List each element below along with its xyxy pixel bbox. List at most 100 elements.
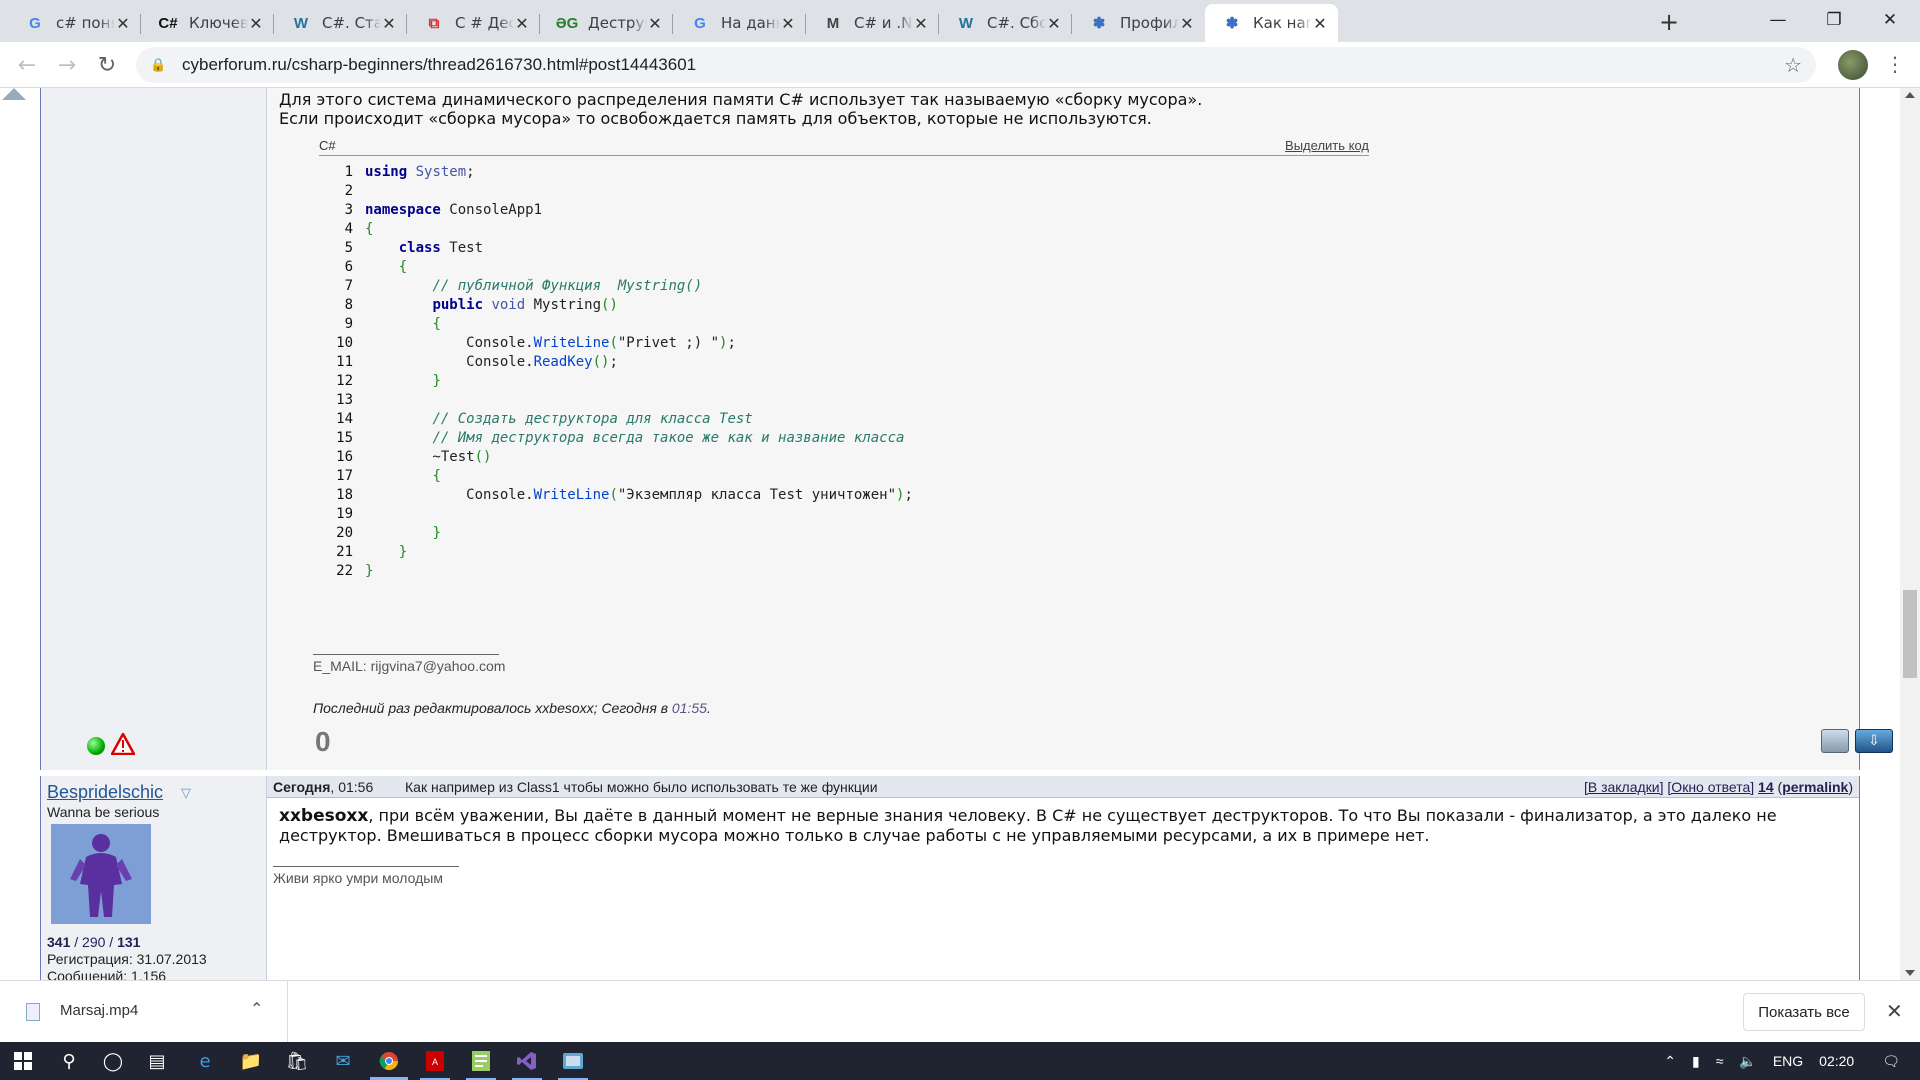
tab-9[interactable]: ✽ Профиль - Cyberforum✕: [1072, 4, 1205, 42]
profile-avatar[interactable]: [1838, 50, 1868, 80]
restore-button[interactable]: ❐: [1806, 0, 1862, 40]
post-date: Сегодня, 01:56: [273, 776, 373, 798]
code-source: namespace ConsoleApp1: [365, 202, 543, 218]
select-code-link[interactable]: Выделить код: [1285, 138, 1369, 153]
post-rating[interactable]: 0: [315, 726, 331, 758]
task-view-icon[interactable]: ▤: [134, 1042, 180, 1080]
permalink-link[interactable]: permalink: [1782, 779, 1848, 795]
store-icon[interactable]: 🛍: [274, 1042, 320, 1080]
reply-button-icon[interactable]: ⇩: [1855, 729, 1893, 753]
cortana-icon[interactable]: ◯: [90, 1042, 136, 1080]
tab-close-icon[interactable]: ✕: [780, 14, 796, 33]
tab-close-icon[interactable]: ✕: [248, 14, 264, 33]
tab-6[interactable]: G На данных примерах✕: [673, 4, 806, 42]
address-bar[interactable]: 🔒 cyberforum.ru/csharp-beginners/thread2…: [136, 47, 1816, 83]
vertical-scrollbar[interactable]: [1900, 88, 1920, 980]
tab-close-icon[interactable]: ✕: [381, 14, 397, 33]
tab-close-icon[interactable]: ✕: [647, 14, 663, 33]
signature-divider: [273, 866, 459, 867]
tab-8[interactable]: W C#. Сборка мусора✕: [939, 4, 1072, 42]
code-source: // публичной Функция Mystring(): [432, 278, 703, 294]
csharp-icon: C#: [158, 14, 178, 32]
mail-icon[interactable]: ✉: [320, 1042, 366, 1080]
clock[interactable]: 02:20: [1811, 1053, 1862, 1069]
window-close-button[interactable]: ✕: [1862, 0, 1918, 40]
wifi-icon[interactable]: ≈: [1708, 1053, 1732, 1069]
back-icon[interactable]: ←: [12, 50, 42, 80]
chrome-icon[interactable]: [366, 1042, 412, 1080]
url-text[interactable]: cyberforum.ru/csharp-beginners/thread261…: [182, 55, 696, 75]
chevron-up-icon[interactable]: ⌃: [250, 999, 263, 1018]
new-tab-button[interactable]: +: [1655, 8, 1683, 36]
tab-10[interactable]: ✽ Как например из✕: [1205, 4, 1338, 42]
code-line: 13: [319, 391, 1369, 410]
visual-studio-icon[interactable]: [504, 1042, 550, 1080]
quote-button-icon[interactable]: [1821, 729, 1849, 753]
pdf-reader-icon[interactable]: A: [412, 1042, 458, 1080]
file-explorer-icon[interactable]: 📁: [228, 1042, 274, 1080]
tab-close-icon[interactable]: ✕: [913, 14, 929, 33]
tab-title: Профиль - Cyberforum: [1120, 14, 1179, 32]
bookmark-link[interactable]: [В закладки]: [1584, 779, 1664, 795]
tab-4[interactable]: ⧉ C # Деструктор✕: [407, 4, 540, 42]
app-icon[interactable]: [550, 1042, 596, 1080]
tab-close-icon[interactable]: ✕: [514, 14, 530, 33]
post-signature: Живи ярко умри молодым: [273, 870, 443, 886]
menu-icon[interactable]: ⋮: [1885, 52, 1905, 76]
tab-2[interactable]: C# Ключевое слово✕: [141, 4, 274, 42]
report-warning-icon[interactable]: [111, 733, 135, 755]
notepad-icon[interactable]: [458, 1042, 504, 1080]
code-line: 14 // Создать деструктора для класса Tes…: [319, 410, 1369, 429]
edit-note-end: .: [706, 700, 711, 716]
tab-5[interactable]: ƏG Деструкторы✕: [540, 4, 673, 42]
tab-close-icon[interactable]: ✕: [1179, 14, 1195, 33]
lock-icon[interactable]: 🔒: [150, 58, 170, 73]
reload-icon[interactable]: ↻: [92, 50, 122, 80]
post-number-link[interactable]: 14: [1758, 779, 1774, 795]
tab-1[interactable]: Gc# понятия static✕: [8, 4, 141, 42]
search-icon[interactable]: ⚲: [46, 1042, 92, 1080]
forward-icon[interactable]: →: [52, 50, 82, 80]
svg-text:A: A: [432, 1057, 438, 1067]
scrollbar-thumb[interactable]: [1903, 590, 1917, 678]
notifications-icon[interactable]: 🗨: [1862, 1053, 1920, 1070]
battery-icon[interactable]: ▮: [1684, 1053, 1708, 1070]
code-source: }: [432, 373, 441, 389]
user-stat-posts[interactable]: 341: [47, 934, 70, 950]
post-text-line: Для этого система динамического распреде…: [279, 90, 1203, 109]
download-item[interactable]: Marsaj.mp4 ⌃: [0, 981, 288, 1043]
tab-close-icon[interactable]: ✕: [1046, 14, 1062, 33]
windows-start-icon[interactable]: [0, 1042, 46, 1080]
scroll-down-arrow-icon[interactable]: [1905, 970, 1915, 976]
download-file-name[interactable]: Marsaj.mp4: [60, 1002, 138, 1019]
tab-close-icon[interactable]: ✕: [1312, 14, 1328, 33]
tab-3[interactable]: W C#. Статические✕: [274, 4, 407, 42]
user-stat-rep[interactable]: 131: [117, 934, 140, 950]
code-line: 10 Console.WriteLine("Privet ;) ");: [319, 334, 1369, 353]
chevron-up-icon[interactable]: ⌃: [1656, 1053, 1684, 1070]
minimize-button[interactable]: —: [1750, 0, 1806, 40]
scroll-top-arrow-icon[interactable]: [2, 88, 26, 100]
scroll-up-arrow-icon[interactable]: [1905, 92, 1915, 98]
post-author-link[interactable]: Bespridelschic: [47, 782, 163, 803]
volume-icon[interactable]: 🔈: [1731, 1053, 1764, 1070]
user-stat-thanks[interactable]: 290: [82, 934, 105, 950]
code-line: 18 Console.WriteLine("Экземпляр класса T…: [319, 486, 1369, 505]
video-file-icon: [26, 1003, 40, 1021]
download-shelf: Marsaj.mp4 ⌃ Показать все ✕: [0, 980, 1920, 1043]
language-indicator[interactable]: ENG: [1765, 1053, 1811, 1069]
tab-7[interactable]: M C# и .NET | Сборка✕: [806, 4, 939, 42]
code-line: 12 }: [319, 372, 1369, 391]
bookmark-star-icon[interactable]: ☆: [1784, 53, 1802, 77]
code-source: // Создать деструктора для класса Test: [432, 411, 753, 427]
show-all-downloads-button[interactable]: Показать все: [1743, 993, 1865, 1031]
code-lines: 1 using System; 2 3 namespace ConsoleApp1 4{5…: [319, 163, 1369, 581]
user-avatar[interactable]: [51, 824, 151, 924]
code-line: 16 ~Test(): [319, 448, 1369, 467]
code-line: 5 class Test: [319, 239, 1369, 258]
tab-close-icon[interactable]: ✕: [115, 14, 131, 33]
edge-icon[interactable]: e: [182, 1042, 228, 1080]
reply-window-link[interactable]: [Окно ответа]: [1667, 779, 1754, 795]
line-number: 14: [336, 411, 353, 427]
close-shelf-icon[interactable]: ✕: [1886, 999, 1903, 1023]
